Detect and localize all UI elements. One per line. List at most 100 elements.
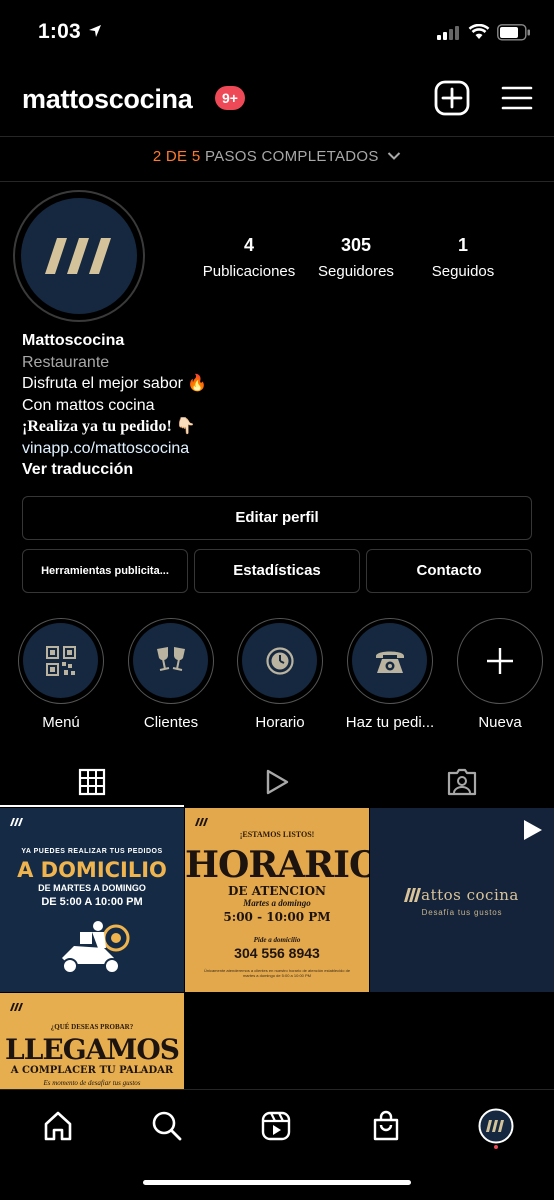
chevron-down-icon: [387, 151, 401, 160]
stat-following-label: Seguidos: [431, 263, 495, 280]
stat-posts[interactable]: 4 Publicaciones: [195, 235, 303, 280]
activity-dot: [494, 1145, 498, 1149]
stat-posts-label: Publicaciones: [202, 263, 296, 280]
steps-completed-banner[interactable]: 2 DE 5 PASOS COMPLETADOS: [0, 140, 554, 174]
nav-reels[interactable]: [256, 1106, 296, 1146]
highlight-label: Horario: [255, 714, 305, 731]
stat-following-value: 1: [457, 235, 468, 255]
highlight-clientes[interactable]: Clientes: [126, 618, 216, 731]
clock-icon: [265, 646, 294, 675]
highlight-cover: [352, 623, 427, 698]
post-text: A DOMICILIO: [17, 858, 167, 882]
reels-icon: [261, 1111, 291, 1141]
tab-tagged[interactable]: [370, 758, 554, 806]
post-thumbnail[interactable]: attos cocina Desafía tus gustos: [370, 808, 554, 992]
steps-divider: [0, 181, 554, 182]
bio-line: Con mattos cocina: [22, 396, 155, 414]
highlight-cover: [133, 623, 208, 698]
create-post-icon[interactable]: [434, 80, 470, 116]
post-text: attos cocina: [421, 886, 519, 904]
post-text: Pide a domicilio: [253, 936, 301, 944]
post-text: DE ATENCION: [227, 884, 326, 898]
nav-search[interactable]: [147, 1106, 187, 1146]
post-text: YA PUEDES REALIZAR TUS PEDIDOS: [21, 848, 163, 855]
bio-line: Disfruta el mejor sabor 🔥: [22, 375, 208, 392]
post-thumbnail[interactable]: ¡ESTAMOS LISTOS! HORARIO DE ATENCION Mar…: [185, 808, 369, 992]
profile-bio: Mattoscocina Restaurante Disfruta el mej…: [22, 330, 532, 481]
ad-tools-button[interactable]: Herramientas publicita...: [22, 549, 188, 593]
insights-button[interactable]: Estadísticas: [194, 549, 360, 593]
stat-posts-value: 4: [243, 235, 254, 255]
play-icon: [266, 769, 289, 795]
highlight-haz-tu-pedido[interactable]: Haz tu pedi...: [345, 618, 435, 731]
username-title[interactable]: mattoscocina: [22, 84, 193, 115]
stat-followers-value: 305: [340, 235, 372, 255]
nav-shop[interactable]: [366, 1106, 406, 1146]
post-text: Desafía tus gustos: [421, 908, 503, 917]
tagged-person-icon: [447, 768, 477, 796]
home-icon: [44, 1111, 72, 1141]
highlight-new[interactable]: Nueva: [455, 618, 545, 731]
profile-category: Restaurante: [22, 353, 110, 371]
brand-logo-icon: [45, 238, 111, 274]
brand-logo-icon: [195, 818, 208, 826]
post-text: Es momento de desafiar tus gustos: [43, 1079, 141, 1087]
active-tab-indicator: [0, 805, 184, 807]
highlight-horario[interactable]: Horario: [235, 618, 325, 731]
post-text: HORARIO: [185, 844, 369, 886]
plus-icon: [486, 647, 513, 674]
steps-progress: 2 DE 5: [152, 148, 201, 165]
post-text: DE MARTES A DOMINGO: [38, 883, 146, 893]
steps-label: PASOS COMPLETADOS: [204, 148, 379, 165]
notification-badge[interactable]: 9+: [215, 86, 245, 110]
nav-home[interactable]: [38, 1106, 78, 1146]
highlight-ring: [18, 618, 104, 704]
location-arrow-icon: [89, 25, 101, 37]
edit-profile-button[interactable]: Editar perfil: [22, 496, 532, 540]
profile-avatar[interactable]: [13, 190, 145, 322]
shopping-bag-icon: [373, 1110, 399, 1141]
wifi-icon: [468, 24, 490, 39]
delivery-scooter-icon: [62, 921, 130, 974]
search-icon: [152, 1111, 182, 1141]
post-text: ¡ESTAMOS LISTOS!: [239, 830, 315, 839]
header-divider: [0, 136, 554, 137]
bio-line: ¡Realiza ya tu pedido! 👇🏻: [22, 418, 196, 435]
display-name: Mattoscocina: [22, 332, 125, 349]
profile-header: mattoscocina 9+: [0, 78, 554, 122]
contact-button[interactable]: Contacto: [366, 549, 532, 593]
highlight-cover: [23, 623, 98, 698]
post-text: 5:00 - 10:00 PM: [223, 910, 331, 924]
stat-following[interactable]: 1 Seguidos: [409, 235, 517, 280]
stat-followers-label: Seguidores: [318, 263, 394, 280]
hamburger-menu-icon[interactable]: [501, 82, 533, 114]
reel-play-icon: [524, 820, 542, 840]
tab-grid[interactable]: [0, 758, 184, 806]
post-text: ¿QUÉ DESEAS PROBAR?: [50, 1023, 134, 1031]
tab-reels[interactable]: [185, 758, 369, 806]
post-text: Martes a domingo: [243, 898, 311, 908]
bio-link[interactable]: vinapp.co/mattoscocina: [22, 438, 532, 460]
home-indicator: [143, 1180, 411, 1185]
grid-icon: [78, 768, 106, 796]
highlight-ring: [128, 618, 214, 704]
highlight-label: Haz tu pedi...: [345, 714, 435, 731]
post-text: DE 5:00 A 10:00 PM: [41, 896, 143, 908]
post-text: A COMPLACER TU PALADAR: [10, 1065, 174, 1076]
highlight-cover: [242, 623, 317, 698]
post-text: Únicamente atenderemos a clientes en nue…: [203, 968, 351, 978]
toast-glasses-icon: [156, 646, 185, 671]
highlight-label: Clientes: [143, 714, 199, 731]
post-thumbnail[interactable]: YA PUEDES REALIZAR TUS PEDIDOS A DOMICIL…: [0, 808, 184, 992]
nav-profile[interactable]: [476, 1106, 516, 1146]
qr-code-icon: [45, 645, 76, 676]
post-text: LLEGAMOS: [5, 1033, 180, 1066]
stat-followers[interactable]: 305 Seguidores: [303, 235, 409, 280]
post-thumbnail[interactable]: ¿QUÉ DESEAS PROBAR? LLEGAMOS A COMPLACER…: [0, 993, 184, 1093]
see-translation-link[interactable]: Ver traducción: [22, 459, 532, 481]
status-bar: 1:03: [0, 0, 554, 66]
highlight-ring: [237, 618, 323, 704]
highlight-menu[interactable]: Menú: [16, 618, 106, 731]
cellular-signal-icon: [437, 26, 459, 40]
highlight-ring: [347, 618, 433, 704]
